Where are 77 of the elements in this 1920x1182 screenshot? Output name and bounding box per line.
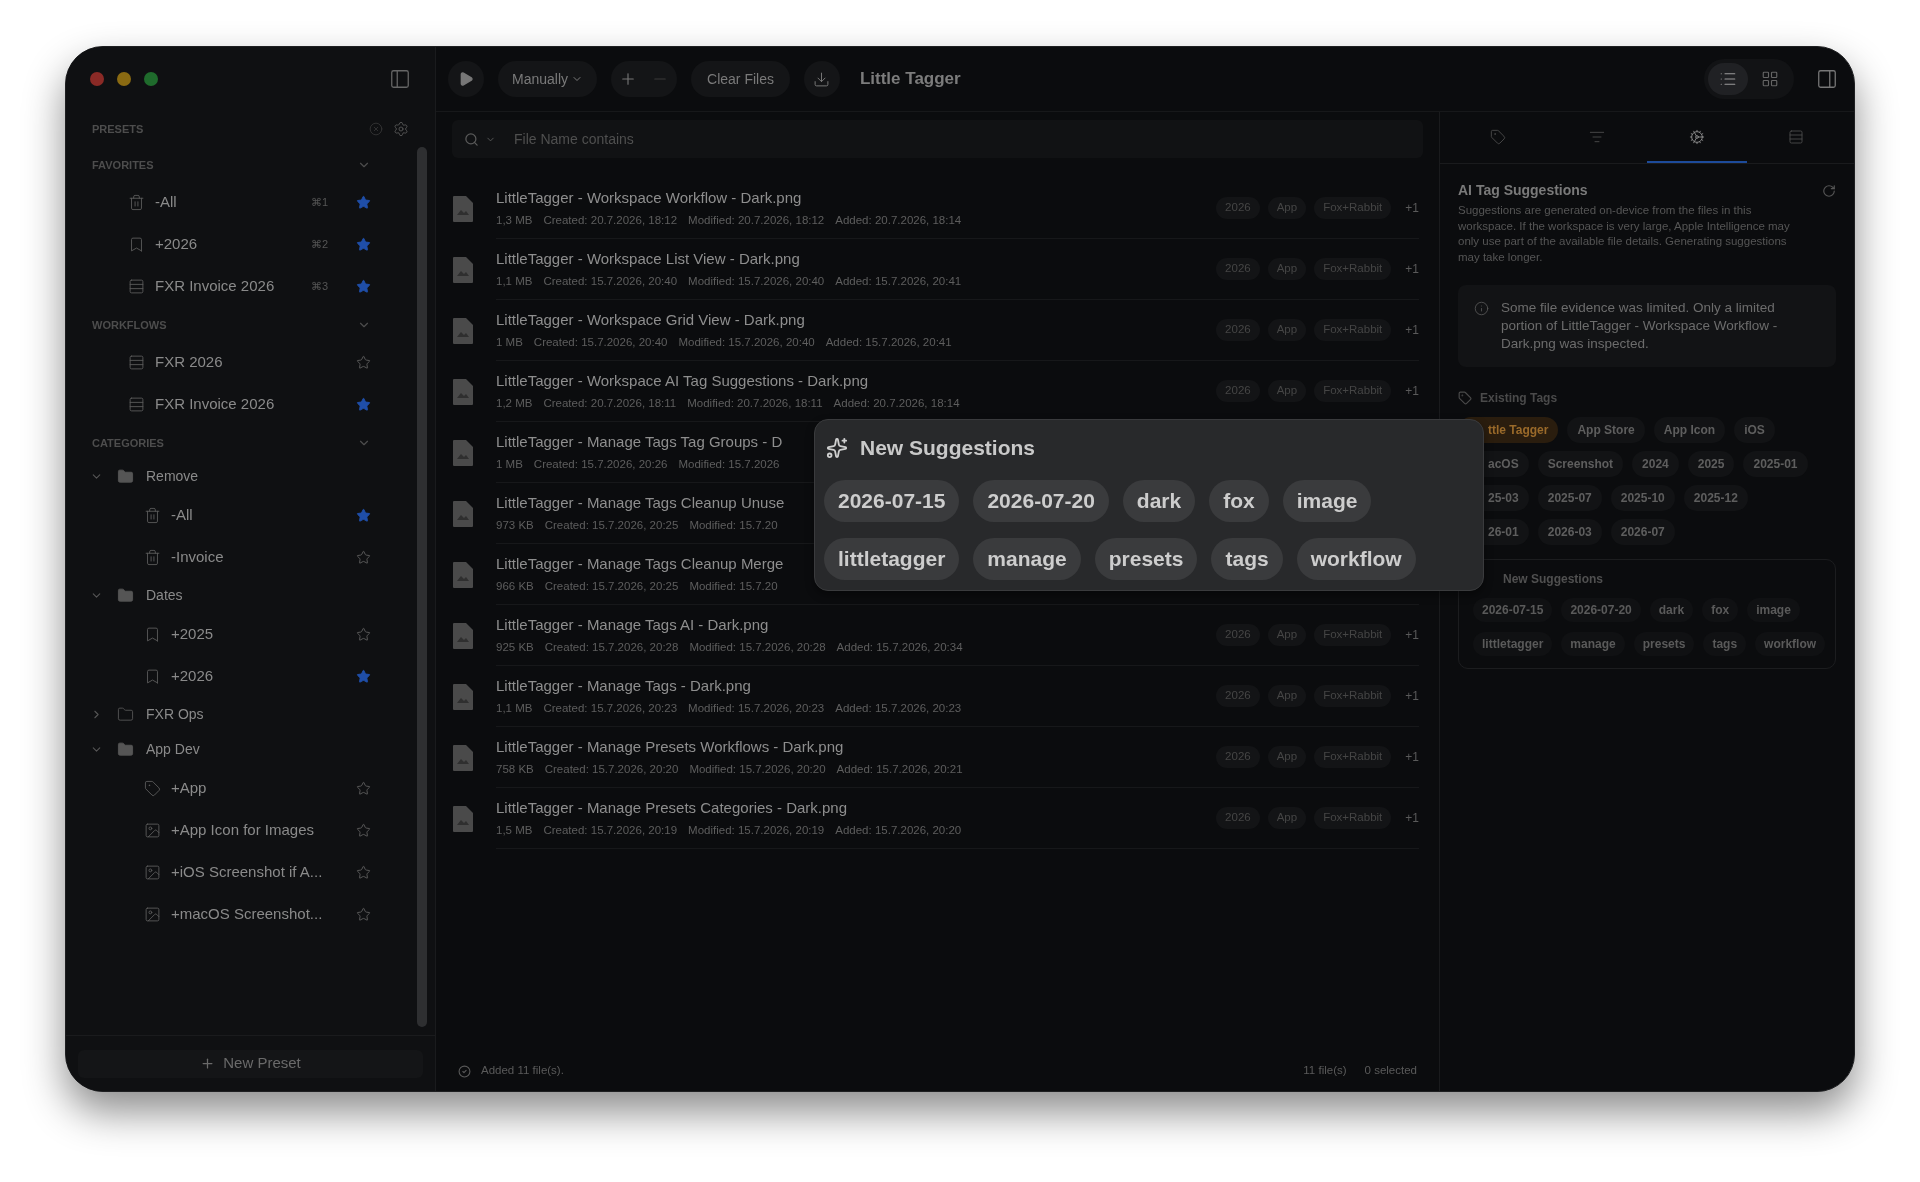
file-count: 11 file(s) (1303, 1063, 1347, 1079)
created-date: Created: 15.7.2026, 20:23 (543, 701, 678, 717)
file-size: 925 KB (496, 640, 534, 656)
modified-date: Modified: 20.7.2026, 18:11 (687, 396, 823, 412)
section-header: WORKFLOWS (92, 317, 168, 333)
shortcut-label: ⌘2 (310, 236, 328, 252)
status-message: Added 11 file(s). (481, 1063, 565, 1079)
file-size: 1,1 MB (496, 701, 533, 717)
created-date: Created: 20.7.2026, 18:12 (543, 213, 678, 229)
more-tags-count: +1 (1405, 688, 1419, 705)
modified-date: Modified: 15.7.2026, 20:23 (688, 701, 825, 717)
modified-date: Modified: 15.7.2026, 20:40 (688, 274, 825, 290)
more-tags-count: +1 (1405, 322, 1419, 339)
modified-date: Modified: 20.7.2026, 18:12 (688, 213, 825, 229)
shortcut-label: ⌘3 (310, 278, 328, 294)
more-tags-count: +1 (1405, 749, 1419, 766)
file-size: 1,1 MB (496, 274, 533, 290)
file-name: LittleTagger - Manage Tags Tag Groups - D (496, 431, 783, 452)
file-name: LittleTagger - Manage Presets Workflows - Dark.png (496, 736, 844, 757)
modified-date: Modified: 15.7.20 (689, 579, 778, 595)
file-name: LittleTagger - Manage Presets Categories - Dark.png (496, 797, 847, 818)
presets-title: PRESETS (92, 121, 145, 137)
modified-date: Modified: 15.7.2026, 20:20 (689, 762, 826, 778)
file-size: 1,3 MB (496, 213, 533, 229)
file-name: LittleTagger - Manage Tags - Dark.png (496, 675, 751, 696)
file-size: 1 MB (496, 457, 523, 473)
added-date: Added: 15.7.2026, 20:21 (836, 762, 963, 778)
created-date: Created: 15.7.2026, 20:25 (544, 579, 679, 595)
existing-tags-label: Existing Tags (1480, 390, 1558, 407)
created-date: Created: 15.7.2026, 20:40 (533, 335, 668, 351)
panel-description: Suggestions are generated on-device from the files in this workspace. If the workspace is very large, Apple Intelligence may only use part of the available file details. Generating suggestions may take longer. (1458, 203, 1791, 265)
added-date: Added: 15.7.2026, 20:23 (835, 701, 962, 717)
window-title: Little Tagger (859, 68, 961, 91)
file-name: LittleTagger - Workspace List View - Dark.png (496, 248, 800, 269)
created-date: Created: 15.7.2026, 20:20 (544, 762, 679, 778)
selection-count: 0 selected (1364, 1063, 1417, 1079)
added-date: Added: 15.7.2026, 20:34 (836, 640, 963, 656)
file-size: 758 KB (496, 762, 534, 778)
file-name: LittleTagger - Manage Tags Cleanup Unuse (496, 492, 785, 513)
file-size: 1,5 MB (496, 823, 533, 839)
panel-title: AI Tag Suggestions (1458, 181, 1589, 200)
added-date: Added: 20.7.2026, 18:14 (833, 396, 960, 412)
file-name: LittleTagger - Workspace Grid View - Dark.png (496, 309, 805, 330)
created-date: Created: 15.7.2026, 20:28 (544, 640, 679, 656)
shortcut-label: ⌘1 (310, 194, 328, 210)
created-date: Created: 15.7.2026, 20:25 (544, 518, 679, 534)
popover-title: New Suggestions (860, 435, 1036, 461)
added-date: Added: 20.7.2026, 18:14 (835, 213, 962, 229)
section-header: CATEGORIES (92, 435, 165, 451)
suggestions-label: New Suggestions (1503, 571, 1603, 588)
file-size: 1 MB (496, 335, 523, 351)
file-name: LittleTagger - Manage Tags AI - Dark.png (496, 614, 769, 635)
added-date: Added: 15.7.2026, 20:41 (835, 274, 962, 290)
modified-date: Modified: 15.7.2026, 20:28 (689, 640, 826, 656)
added-date: Added: 15.7.2026, 20:20 (835, 823, 962, 839)
file-name: LittleTagger - Workspace AI Tag Suggestions - Dark.png (496, 370, 869, 391)
created-date: Created: 15.7.2026, 20:26 (533, 457, 668, 473)
more-tags-count: +1 (1405, 627, 1419, 644)
created-date: Created: 15.7.2026, 20:19 (543, 823, 678, 839)
modified-date: Modified: 15.7.2026, 20:19 (688, 823, 825, 839)
file-size: 1,2 MB (496, 396, 533, 412)
modified-date: Modified: 15.7.2026, 20:40 (678, 335, 815, 351)
file-name: LittleTagger - Manage Tags Cleanup Merge (496, 553, 784, 574)
created-date: Created: 15.7.2026, 20:40 (543, 274, 678, 290)
file-name: LittleTagger - Workspace Workflow - Dark.png (496, 187, 802, 208)
more-tags-count: +1 (1405, 261, 1419, 278)
file-size: 966 KB (496, 579, 534, 595)
more-tags-count: +1 (1405, 383, 1419, 400)
notice-text: Some file evidence was limited. Only a limited portion of LittleTagger - Workspace Workflow - Dark.png was inspected. (1501, 299, 1779, 353)
modified-date: Modified: 15.7.20 (689, 518, 778, 534)
more-tags-count: +1 (1405, 810, 1419, 827)
section-header: FAVORITES (92, 157, 155, 173)
more-tags-count: +1 (1405, 200, 1419, 217)
added-date: Added: 15.7.2026, 20:41 (825, 335, 952, 351)
file-size: 973 KB (496, 518, 534, 534)
modified-date: Modified: 15.7.2026 (678, 457, 780, 473)
created-date: Created: 20.7.2026, 18:11 (543, 396, 677, 412)
